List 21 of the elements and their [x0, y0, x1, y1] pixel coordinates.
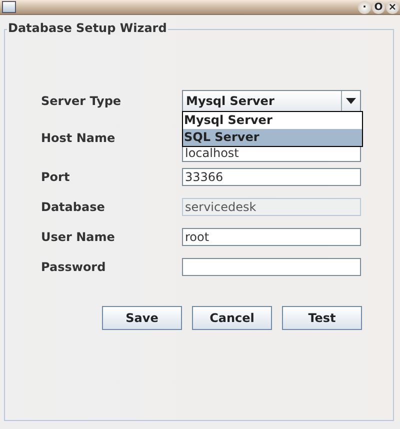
caret-icon — [346, 98, 356, 104]
input-field[interactable]: root — [182, 228, 361, 246]
field-label: Host Name — [41, 131, 116, 145]
input-field[interactable]: 33366 — [182, 168, 361, 186]
window-icon — [2, 1, 16, 13]
input-field[interactable] — [182, 258, 361, 276]
group-title: Database Setup Wizard — [7, 21, 168, 35]
title-bar-button[interactable]: O — [372, 0, 385, 14]
title-bar-button[interactable]: · — [358, 0, 371, 14]
field-label: Server Type — [41, 94, 122, 108]
dropdown-option[interactable]: SQL Server — [183, 129, 362, 146]
title-bar-button[interactable]: × — [386, 0, 399, 14]
dropdown-value: Mysql Server — [185, 94, 276, 108]
dialog-button[interactable]: Test — [282, 306, 362, 330]
field-label: Password — [41, 260, 107, 274]
dropdown-option[interactable]: Mysql Server — [183, 112, 362, 129]
field-label: User Name — [41, 230, 116, 244]
dialog-button[interactable]: Save — [102, 306, 182, 330]
field-label: Port — [41, 170, 71, 184]
dialog-button[interactable]: Cancel — [192, 306, 272, 330]
field-label: Database — [41, 200, 106, 214]
